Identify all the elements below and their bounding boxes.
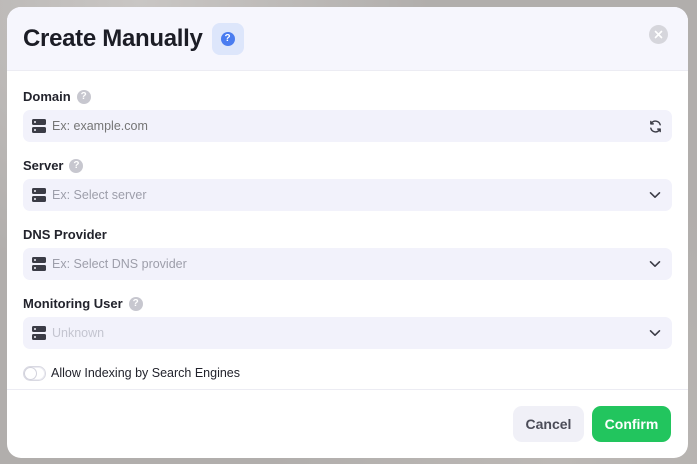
server-icon	[32, 119, 46, 133]
dialog-body: Domain ? Server ?	[7, 71, 688, 383]
domain-label: Domain	[23, 89, 71, 104]
refresh-icon[interactable]	[647, 118, 663, 134]
dns-provider-select-placeholder: Ex: Select DNS provider	[52, 257, 187, 271]
server-select[interactable]: Ex: Select server	[23, 179, 672, 211]
dialog-header: Create Manually ?	[7, 7, 688, 71]
indexing-toggle[interactable]	[23, 365, 46, 381]
close-button[interactable]	[649, 25, 668, 44]
chevron-down-icon[interactable]	[647, 325, 663, 341]
help-button[interactable]: ?	[211, 22, 244, 55]
close-icon	[654, 30, 663, 39]
server-help-icon[interactable]: ?	[69, 158, 84, 173]
create-manually-dialog: Create Manually ? Domain ? Ex: example.c…	[7, 7, 688, 458]
dialog-footer: Cancel Confirm	[7, 389, 688, 458]
server-icon	[32, 257, 46, 271]
indexing-toggle-label[interactable]: Allow Indexing by Search Engines	[51, 366, 240, 380]
toggle-knob	[25, 367, 36, 379]
confirm-button[interactable]: Confirm	[592, 406, 671, 442]
server-field: Server ? Ex: Select server	[23, 157, 672, 211]
domain-help-icon[interactable]: ?	[76, 89, 91, 104]
dns-provider-field: DNS Provider Ex: Select DNS provider	[23, 226, 672, 280]
domain-field: Domain ?	[23, 88, 672, 142]
dns-provider-select[interactable]: Ex: Select DNS provider	[23, 248, 672, 280]
chevron-down-icon[interactable]	[647, 187, 663, 203]
cancel-button[interactable]: Cancel	[513, 406, 584, 442]
monitoring-user-select-value: Unknown	[52, 326, 105, 340]
dns-provider-label-row: DNS Provider	[23, 226, 672, 243]
dns-provider-label: DNS Provider	[23, 227, 107, 242]
server-label-row: Server ?	[23, 157, 672, 174]
monitoring-user-label-row: Monitoring User ?	[23, 295, 672, 312]
domain-input-box	[23, 110, 672, 142]
domain-input[interactable]	[52, 119, 647, 133]
monitoring-user-field: Monitoring User ? Unknown	[23, 295, 672, 349]
server-icon	[32, 188, 46, 202]
server-icon	[32, 326, 46, 340]
chevron-down-icon[interactable]	[647, 256, 663, 272]
dialog-title: Create Manually	[23, 24, 203, 52]
monitoring-user-select[interactable]: Unknown	[23, 317, 672, 349]
question-circle-icon: ?	[220, 31, 235, 46]
monitoring-user-label: Monitoring User	[23, 296, 123, 311]
indexing-toggle-row: Allow Indexing by Search Engines	[23, 363, 672, 383]
monitoring-user-help-icon[interactable]: ?	[128, 296, 143, 311]
server-label: Server	[23, 158, 64, 173]
domain-label-row: Domain ?	[23, 88, 672, 105]
server-select-placeholder: Ex: Select server	[52, 188, 147, 202]
